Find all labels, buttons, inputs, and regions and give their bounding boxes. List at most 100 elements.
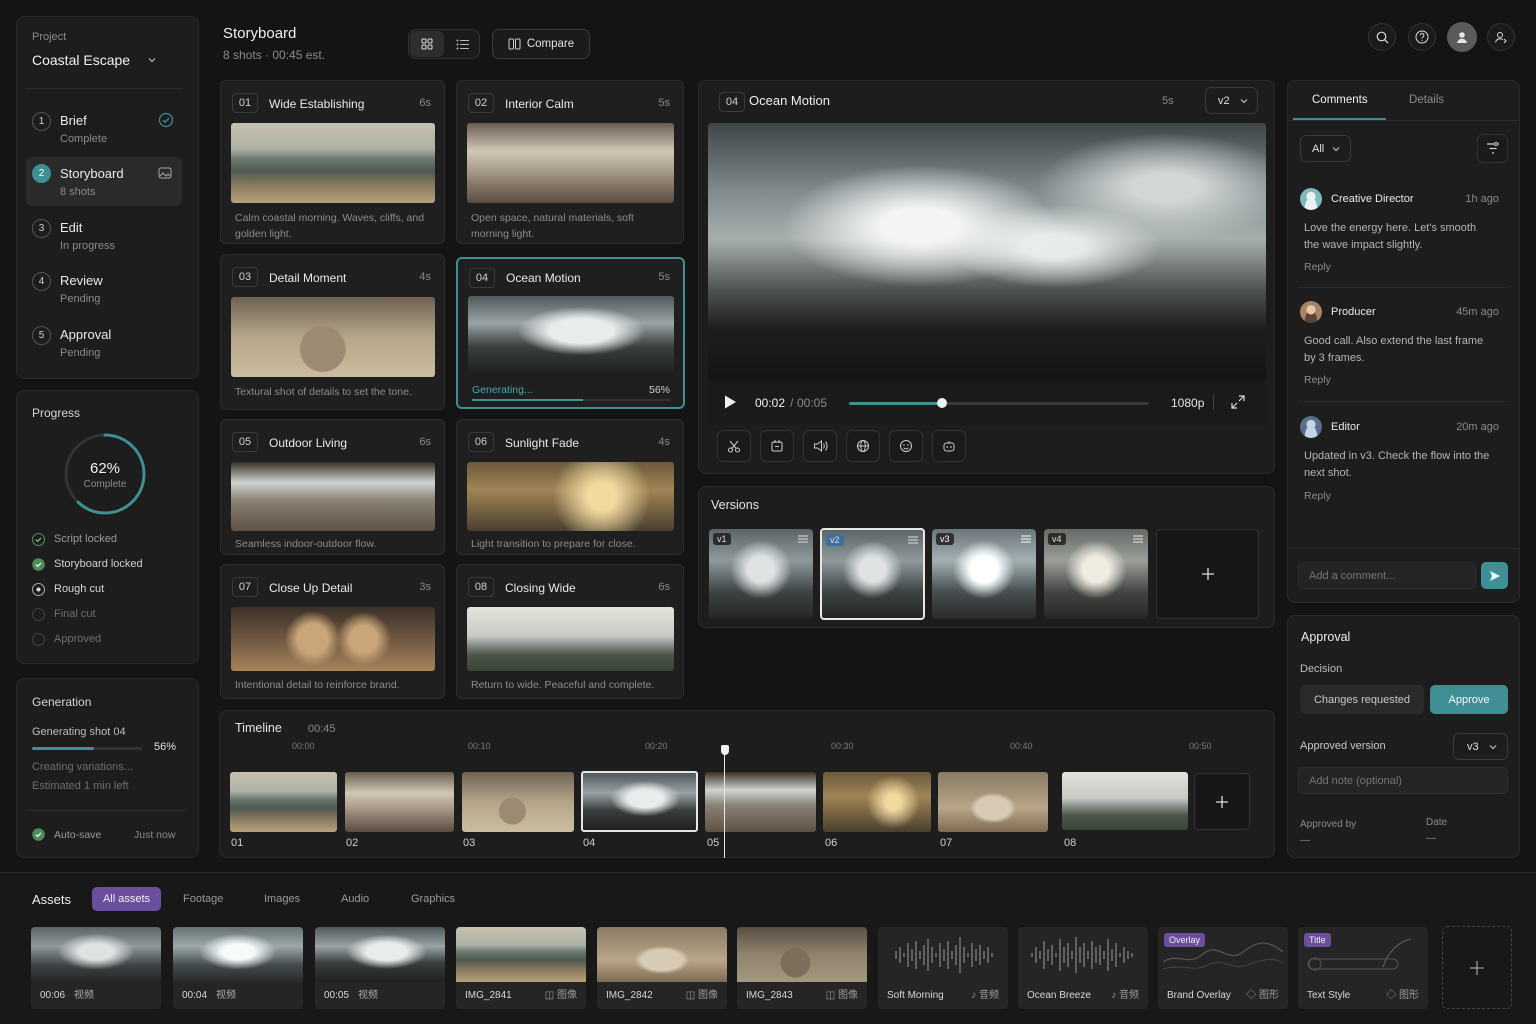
reply-link[interactable]: Reply	[1304, 490, 1331, 502]
playhead-handle[interactable]	[721, 745, 729, 755]
step-edit[interactable]: 3 Edit In progress	[26, 213, 182, 263]
filter-settings-button[interactable]	[1477, 134, 1508, 163]
comment-filter-select[interactable]: All	[1300, 135, 1351, 162]
shot-duration: 6s	[658, 581, 670, 593]
timeline-clip-05[interactable]	[705, 772, 816, 832]
checklist-label: Script locked	[54, 533, 117, 545]
audio-tool-button[interactable]	[803, 430, 837, 462]
step-brief[interactable]: 1 Brief Complete	[26, 106, 182, 156]
approve-button[interactable]: Approve	[1430, 685, 1508, 714]
approval-note-input[interactable]	[1298, 767, 1508, 794]
timeline-clip-02[interactable]	[345, 772, 454, 832]
tab-audio[interactable]: Audio	[341, 893, 369, 905]
play-button[interactable]	[723, 394, 739, 412]
effects-tool-button[interactable]	[889, 430, 923, 462]
timeline-tick: 00:10	[468, 741, 491, 751]
version-thumb-v3[interactable]: v3	[932, 529, 1036, 619]
face-icon	[899, 439, 913, 453]
shot-description: Intentional detail to reinforce brand.	[235, 679, 400, 691]
version-tag: v2	[826, 534, 844, 546]
step-approval[interactable]: 5 Approval Pending	[26, 320, 182, 370]
help-button[interactable]	[1408, 23, 1436, 51]
comment-input[interactable]	[1298, 562, 1476, 589]
asset-item[interactable]: 00:06 视频	[31, 927, 161, 1009]
step-storyboard[interactable]: 2 Storyboard 8 shots	[26, 157, 182, 206]
reply-link[interactable]: Reply	[1304, 374, 1331, 386]
shot-card-07[interactable]: 07 Close Up Detail 3s Intentional detail…	[220, 564, 445, 699]
viewer-title: Ocean Motion	[749, 93, 830, 108]
shot-card-02[interactable]: 02 Interior Calm 5s Open space, natural …	[456, 80, 684, 244]
ai-tool-button[interactable]	[932, 430, 966, 462]
asset-item[interactable]: 00:05 视频	[315, 927, 445, 1009]
list-view-button[interactable]	[446, 31, 478, 57]
add-asset-button[interactable]	[1442, 926, 1512, 1009]
add-clip-button[interactable]	[1194, 773, 1250, 830]
shot-card-04[interactable]: 04 Ocean Motion 5s Generating... 56%	[456, 257, 685, 409]
version-thumb-v2[interactable]: v2	[820, 528, 925, 620]
video-frame[interactable]	[708, 123, 1266, 380]
compare-button[interactable]: Compare	[492, 29, 590, 59]
shot-card-01[interactable]: 01 Wide Establishing 6s Calm coastal mor…	[220, 80, 445, 244]
tab-comments[interactable]: Comments	[1312, 94, 1368, 106]
asset-item[interactable]: IMG_2842 ◫ 图像	[597, 927, 727, 1009]
timeline-clip-08[interactable]	[1062, 772, 1188, 830]
version-thumb-v1[interactable]: v1	[709, 529, 813, 619]
asset-item[interactable]: Soft Morning ♪ 音频	[878, 927, 1008, 1009]
shot-thumbnail	[467, 607, 674, 671]
changes-requested-button[interactable]: Changes requested	[1300, 685, 1424, 714]
tab-all-assets[interactable]: All assets	[92, 887, 161, 911]
timeline-clip-07[interactable]	[938, 772, 1048, 832]
color-tool-button[interactable]	[846, 430, 880, 462]
shot-card-05[interactable]: 05 Outdoor Living 6s Seamless indoor-out…	[220, 419, 445, 555]
shot-card-03[interactable]: 03 Detail Moment 4s Textural shot of det…	[220, 254, 445, 410]
globe-icon	[856, 439, 870, 453]
share-button[interactable]	[1487, 23, 1515, 51]
asset-item[interactable]: 00:04 视频	[173, 927, 303, 1009]
timeline-clip-06[interactable]	[823, 772, 931, 832]
comment-text: Good call. Also extend the last frame by…	[1304, 335, 1484, 364]
quality-label[interactable]: 1080p	[1171, 396, 1204, 410]
asset-item[interactable]: Ocean Breeze ♪ 音频	[1018, 927, 1148, 1009]
shot-card-06[interactable]: 06 Sunlight Fade 4s Light transition to …	[456, 419, 684, 555]
cut-tool-button[interactable]	[717, 430, 751, 462]
asset-item[interactable]: IMG_2841 ◫ 图像	[456, 927, 586, 1009]
timeline-clip-01[interactable]	[230, 772, 337, 832]
comment-input-divider	[1288, 548, 1519, 549]
scissors-icon	[727, 439, 741, 453]
asset-type: 视频	[216, 990, 236, 1001]
scrubber-track[interactable]	[849, 398, 1149, 408]
reply-link[interactable]: Reply	[1304, 261, 1331, 273]
asset-item[interactable]: Title Text Style ◇ 图形	[1298, 927, 1428, 1009]
crop-tool-button[interactable]	[760, 430, 794, 462]
add-version-button[interactable]	[1156, 529, 1259, 619]
fullscreen-button[interactable]	[1230, 394, 1246, 410]
autosave-toggle[interactable]: Auto-save	[32, 828, 112, 842]
grid-view-button[interactable]	[410, 31, 444, 57]
version-select[interactable]: v2	[1205, 87, 1258, 114]
approved-version-select[interactable]: v3	[1453, 733, 1508, 760]
version-thumb-v4[interactable]: v4	[1044, 529, 1148, 619]
send-button[interactable]	[1481, 562, 1508, 589]
step-review[interactable]: 4 Review Pending	[26, 266, 182, 316]
asset-item[interactable]: Overlay Brand Overlay ◇ 图形	[1158, 927, 1288, 1009]
help-icon	[1415, 30, 1429, 44]
search-button[interactable]	[1368, 23, 1396, 51]
generation-label: Generating shot 04	[32, 726, 126, 738]
account-button[interactable]	[1447, 22, 1477, 52]
asset-label: 00:05	[324, 990, 350, 1001]
shot-card-08[interactable]: 08 Closing Wide 6s Return to wide. Peace…	[456, 564, 684, 699]
shot-title: Detail Moment	[269, 271, 347, 285]
timeline-playhead[interactable]	[724, 746, 725, 858]
timeline-clip-03[interactable]	[462, 772, 574, 832]
shot-thumbnail	[231, 123, 435, 203]
timeline-clip-04[interactable]	[581, 771, 698, 832]
tab-images[interactable]: Images	[264, 893, 300, 905]
scrubber-handle[interactable]	[937, 398, 947, 408]
tab-details[interactable]: Details	[1409, 94, 1444, 106]
tab-footage[interactable]: Footage	[183, 893, 223, 905]
waveform-icon	[878, 927, 1008, 982]
project-selector[interactable]: Coastal Escape	[32, 52, 162, 74]
tab-graphics[interactable]: Graphics	[411, 893, 455, 905]
asset-item[interactable]: IMG_2843 ◫ 图像	[737, 927, 867, 1009]
timeline-tick: 00:40	[1010, 741, 1033, 751]
